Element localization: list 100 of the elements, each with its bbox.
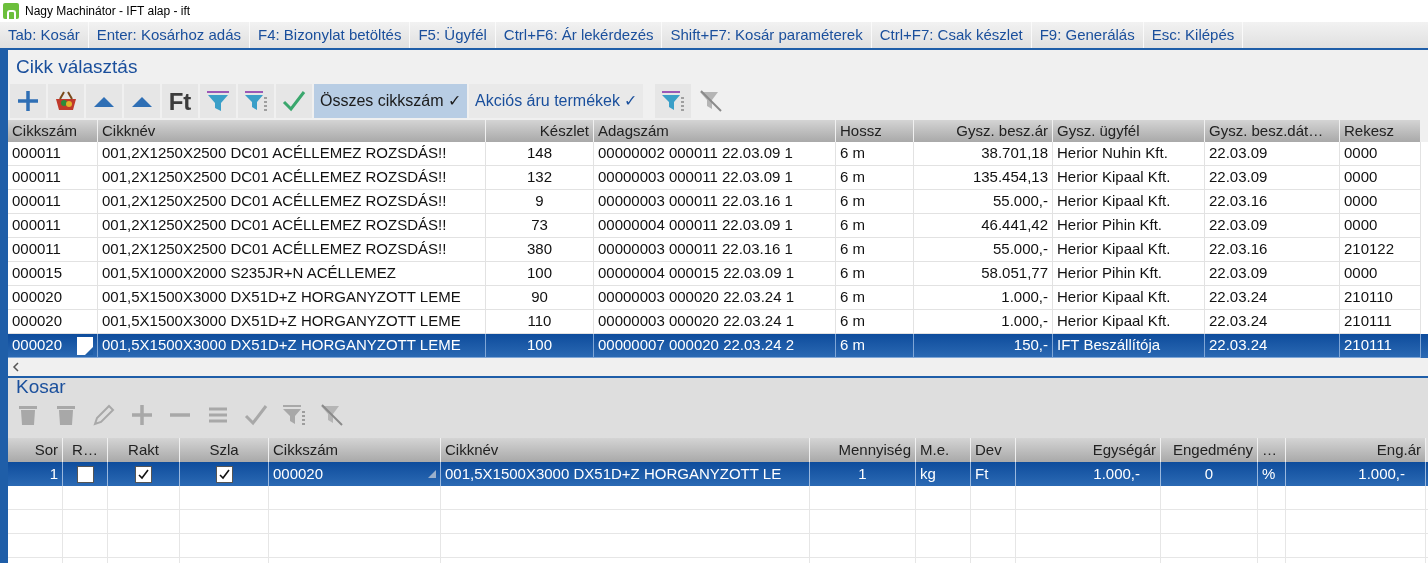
table-cell-text: 0000 xyxy=(1344,191,1378,212)
table-row[interactable]: 000020 001,5X1500X3000 DX51D+Z HORGANYZOTT LEME 110 00000003 000020 22.03.24 1 6 m 1.000,- Herior Kipaal Kft. 22.03.24 210111 xyxy=(8,310,1428,334)
table-cell-text: 6 m xyxy=(840,191,865,212)
column-header[interactable]: Hossz xyxy=(836,120,914,142)
table-row[interactable]: 000015 001,5X1000X2000 S235JR+N ACÉLLEMEZ 100 00000004 000015 22.03.09 1 6 m 58.051,77 Herior Pihin Kft. 22.03.09 0000 xyxy=(8,262,1428,286)
column-header[interactable]: Sor xyxy=(8,438,63,462)
toolbar-button[interactable] xyxy=(200,84,236,118)
column-header[interactable]: Gysz. besz.dát… xyxy=(1205,120,1340,142)
table-row[interactable]: 1 000020 001,5X1500X3000 DX51D+Z HORGANYZOTT LE 1 kg Ft 1.000,- 0 % 1.000,- xyxy=(8,462,1428,486)
table-cell-text: 000011 xyxy=(12,239,61,260)
table-row[interactable]: 000011 001,2X1250X2500 DC01 ACÉLLEMEZ ROZSDÁS!! 380 00000003 000011 22.03.16 1 6 m 55.000,- Herior Kipaal Kft. 22.03.16 210122 xyxy=(8,238,1428,262)
table-cell-text: 132 xyxy=(527,167,552,188)
toolbar-button[interactable] xyxy=(124,84,160,118)
shortcut-button[interactable]: Ctrl+F6: Ár lekérdezés xyxy=(495,22,663,48)
table-cell-text: 58.051,77 xyxy=(981,263,1048,284)
table-cell-text: 00000004 000011 22.03.09 1 xyxy=(598,215,793,236)
column-header[interactable]: Engedmény xyxy=(1161,438,1258,462)
column-header[interactable]: R… xyxy=(63,438,108,462)
table-cell-text: 1.000,- xyxy=(1358,463,1405,484)
table-cell-text: 001,2X1250X2500 DC01 ACÉLLEMEZ ROZSDÁS!! xyxy=(102,143,447,164)
window-title: Nagy Machinátor - IFT alap - ift xyxy=(25,3,191,20)
table-cell-text: 6 m xyxy=(840,311,865,332)
table-cell-text: 00000003 000011 22.03.16 1 xyxy=(598,239,793,260)
shortcut-button[interactable]: Tab: Kosár xyxy=(0,22,89,48)
toolbar-button[interactable] xyxy=(10,84,46,118)
filter-icon xyxy=(243,88,269,114)
toolbar-button[interactable] xyxy=(276,84,312,118)
column-header[interactable]: … xyxy=(1258,438,1286,462)
toolbar-button[interactable] xyxy=(655,84,692,118)
check-icon xyxy=(281,88,307,114)
table-cell-text: 00000007 000020 22.03.24 2 xyxy=(598,335,795,356)
table-cell-text: Ft xyxy=(975,463,989,484)
shortcut-button[interactable]: F5: Ügyfél xyxy=(410,22,496,48)
checkbox[interactable] xyxy=(215,465,233,483)
table-cell-text: 000011 xyxy=(12,215,61,236)
column-header[interactable]: Szla xyxy=(180,438,269,462)
table-row[interactable]: 000020 001,5X1500X3000 DX51D+Z HORGANYZOTT LEME 90 00000003 000020 22.03.24 1 6 m 1.000,- Herior Kipaal Kft. 22.03.24 210110 xyxy=(8,286,1428,310)
table-cell-text: 55.000,- xyxy=(992,191,1048,212)
shortcut-button[interactable]: Enter: Kosárhoz adás xyxy=(88,22,250,48)
column-header[interactable]: Cikknév xyxy=(441,438,810,462)
table-cell-text: 00000003 000020 22.03.24 1 xyxy=(598,311,795,332)
table-cell-text: 6 m xyxy=(840,143,865,164)
table-cell-text: Herior Pihin Kft. xyxy=(1057,215,1163,236)
toolbar-button[interactable] xyxy=(86,84,122,118)
column-header[interactable]: Cikknév xyxy=(98,120,486,142)
table-cell-text: 6 m xyxy=(840,287,865,308)
column-header[interactable]: Cikkszám xyxy=(269,438,441,462)
column-header[interactable]: Egységár xyxy=(1016,438,1161,462)
column-header[interactable]: Gysz. besz.ár xyxy=(914,120,1053,142)
shortcut-button[interactable]: Ctrl+F7: Csak készlet xyxy=(871,22,1032,48)
table-cell-text: 100 xyxy=(527,263,552,284)
column-header[interactable]: Adagszám xyxy=(594,120,836,142)
table-cell-text: 6 m xyxy=(840,263,865,284)
table-cell-text: 0 xyxy=(1204,463,1214,484)
table-row[interactable]: 000011 001,2X1250X2500 DC01 ACÉLLEMEZ ROZSDÁS!! 148 00000002 000011 22.03.09 1 6 m 38.701,18 Herior Nuhin Kft. 22.03.09 0000 xyxy=(8,142,1428,166)
filter-toggle-button[interactable]: Akciós áru termékek ✓ xyxy=(469,84,644,118)
table-cell-text: 22.03.16 xyxy=(1209,239,1268,260)
table-cell-text: 22.03.24 xyxy=(1209,287,1268,308)
table-cell-text: 00000003 000011 22.03.16 1 xyxy=(598,191,793,212)
filter-icon xyxy=(205,88,231,114)
table-cell-text: 6 m xyxy=(840,215,865,236)
column-header[interactable]: Eng.ár xyxy=(1286,438,1426,462)
table-cell-text: Herior Nuhin Kft. xyxy=(1057,143,1168,164)
checkbox[interactable] xyxy=(76,465,94,483)
column-header[interactable]: Mennyiség xyxy=(810,438,916,462)
table-row[interactable]: 000011 001,2X1250X2500 DC01 ACÉLLEMEZ ROZSDÁS!! 132 00000003 000011 22.03.09 1 6 m 135.454,13 Herior Kipaal Kft. 22.03.09 0000 xyxy=(8,166,1428,190)
table-row[interactable]: 000011 001,2X1250X2500 DC01 ACÉLLEMEZ ROZSDÁS!! 9 00000003 000011 22.03.16 1 6 m 55.000,- Herior Kipaal Kft. 22.03.16 0000 xyxy=(8,190,1428,214)
toolbar-button[interactable] xyxy=(238,84,274,118)
table-cell-text: 110 xyxy=(527,311,552,332)
toolbar-button[interactable] xyxy=(48,84,84,118)
shortcut-button[interactable]: Shift+F7: Kosár paraméterek xyxy=(662,22,872,48)
column-header[interactable]: Rakt xyxy=(108,438,180,462)
shortcut-button[interactable]: F4: Bizonylat betöltés xyxy=(250,22,411,48)
table-cell-text: 55.000,- xyxy=(992,239,1048,260)
table-cell-text: 000020 xyxy=(12,311,63,332)
currency-button[interactable]: Ft xyxy=(162,84,198,118)
shortcut-button[interactable]: Esc: Kilépés xyxy=(1143,22,1244,48)
column-header[interactable]: M.e. xyxy=(916,438,971,462)
table-cell-text: 001,5X1000X2000 S235JR+N ACÉLLEMEZ xyxy=(102,263,396,284)
table-cell-text: kg xyxy=(920,463,936,484)
table-row[interactable]: 000011 001,2X1250X2500 DC01 ACÉLLEMEZ ROZSDÁS!! 73 00000004 000011 22.03.09 1 6 m 46.441,42 Herior Pihin Kft. 22.03.09 0000 xyxy=(8,214,1428,238)
column-header[interactable]: Dev xyxy=(971,438,1016,462)
check-icon xyxy=(243,402,269,428)
table-cell-text: 000011 xyxy=(12,143,61,164)
table-cell-text: 22.03.24 xyxy=(1209,311,1268,332)
table-row[interactable]: 000020 001,5X1500X3000 DX51D+Z HORGANYZOTT LEME 100 00000007 000020 22.03.24 2 6 m 150,- IFT Beszállítója 22.03.24 210111 xyxy=(8,334,1428,358)
table-cell-text: 46.441,42 xyxy=(981,215,1048,236)
table-cell-text: 22.03.24 xyxy=(1209,335,1268,356)
section-title: Cikk választás xyxy=(16,54,138,79)
column-header[interactable]: Cikkszám xyxy=(8,120,98,142)
filter-toggle-button[interactable]: Összes cikkszám ✓ xyxy=(314,84,467,118)
column-header[interactable]: Gysz. ügyfél xyxy=(1053,120,1205,142)
table-cell-text: 210111 xyxy=(1344,311,1392,332)
minus-icon xyxy=(167,413,193,417)
column-header[interactable]: Rekesz xyxy=(1340,120,1421,142)
checkbox[interactable] xyxy=(135,465,152,483)
filter-icon xyxy=(281,402,307,428)
shortcut-button[interactable]: F9: Generálás xyxy=(1031,22,1144,48)
table-cell-text: 001,2X1250X2500 DC01 ACÉLLEMEZ ROZSDÁS!! xyxy=(102,167,447,188)
column-header[interactable]: Készlet xyxy=(486,120,594,142)
